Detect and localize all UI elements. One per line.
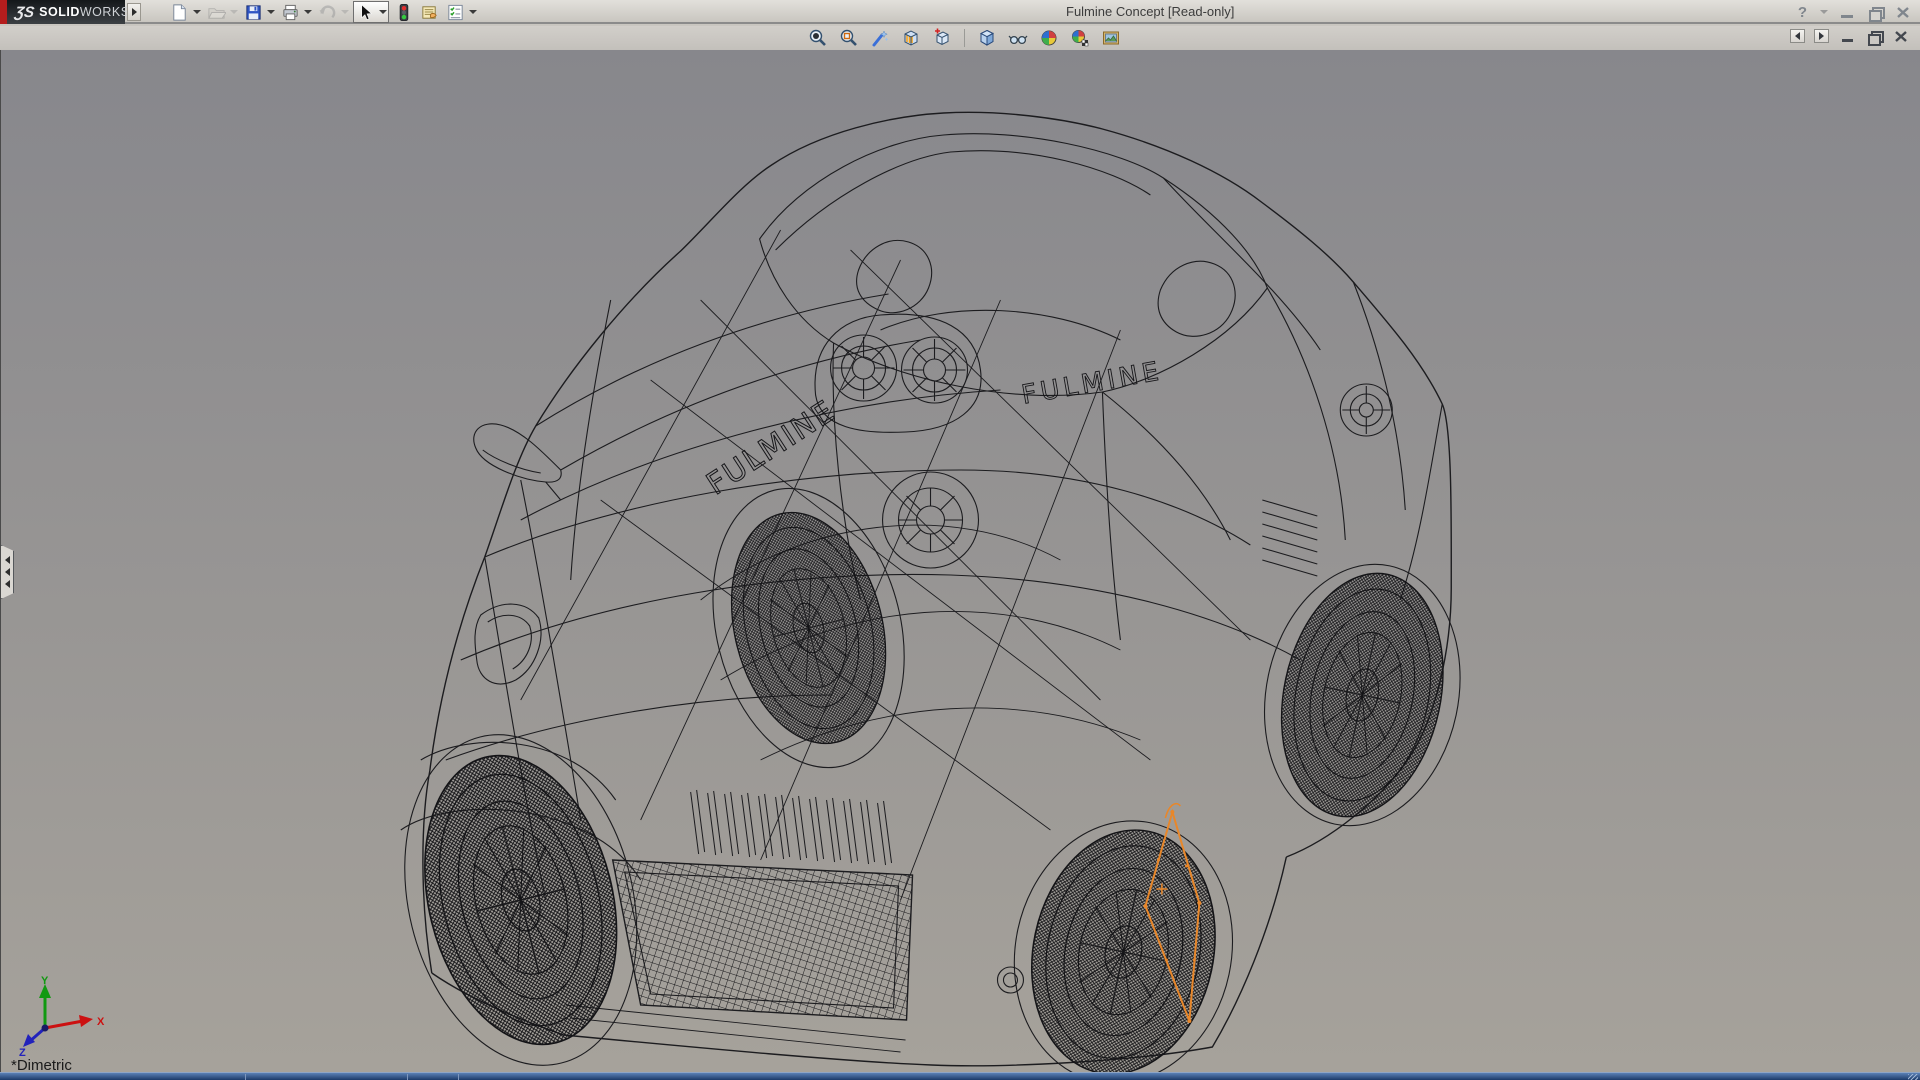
zoom-to-area-button[interactable] — [837, 27, 861, 49]
print-icon — [280, 2, 301, 23]
view-orientation-icon — [932, 28, 952, 48]
wheel-rear-left — [709, 496, 909, 760]
zoom-to-fit-icon — [808, 28, 828, 48]
zoom-to-selection-icon — [870, 28, 890, 48]
heads-up-view-toolbar — [806, 27, 1123, 49]
collapse-arrow-icon — [5, 556, 10, 564]
display-style-button[interactable] — [975, 27, 999, 49]
design-binder-icon — [419, 2, 440, 23]
undo-dropdown[interactable] — [341, 10, 349, 14]
status-bar — [0, 1072, 1920, 1080]
zoom-to-area-icon — [839, 28, 859, 48]
save-dropdown[interactable] — [267, 10, 275, 14]
toolbar-expand-button[interactable] — [127, 3, 141, 21]
new-document-icon — [169, 2, 190, 23]
options-list-icon — [445, 2, 466, 23]
pane-back-button[interactable] — [1790, 29, 1805, 43]
section-view-button[interactable] — [899, 27, 923, 49]
pane-forward-button[interactable] — [1814, 29, 1829, 43]
new-document-dropdown[interactable] — [193, 10, 201, 14]
traffic-light-icon — [393, 2, 414, 23]
status-separator — [407, 1074, 408, 1080]
close-button[interactable] — [1894, 4, 1912, 20]
brand-text-light: WORKS — [80, 5, 130, 19]
main-toolbar — [168, 0, 481, 24]
status-separator — [458, 1074, 459, 1080]
design-binder-button[interactable] — [418, 1, 441, 23]
display-style-icon — [977, 28, 997, 48]
edit-appearance-button[interactable] — [1099, 27, 1123, 49]
realview-graphics-button[interactable] — [1068, 27, 1092, 49]
select-button[interactable] — [353, 1, 389, 23]
title-bar: ƷS SOLIDWORKS — [0, 0, 1920, 24]
save-icon — [243, 2, 264, 23]
minimize-button[interactable] — [1838, 4, 1856, 20]
edit-appearance-icon — [1101, 28, 1121, 48]
document-window-controls — [1790, 28, 1910, 44]
pane-back-icon — [1795, 32, 1800, 40]
status-separator — [245, 1074, 246, 1080]
doc-close-button[interactable] — [1892, 28, 1910, 44]
triad-y-label: Y — [41, 976, 49, 987]
zoom-to-selection-button[interactable] — [868, 27, 892, 49]
triad-x-label: X — [97, 1016, 105, 1028]
print-dropdown[interactable] — [304, 10, 312, 14]
wheel-rear-right — [1260, 558, 1464, 832]
doc-restore-button[interactable] — [1865, 28, 1883, 44]
undo-button[interactable] — [316, 1, 350, 23]
collapse-arrow-icon — [5, 580, 10, 588]
minimize-icon — [1841, 15, 1853, 18]
expand-arrow-icon — [132, 8, 137, 16]
section-view-icon — [901, 28, 921, 48]
traffic-light-button[interactable] — [392, 1, 415, 23]
secondary-bar — [0, 26, 1920, 50]
doc-minimize-icon — [1842, 39, 1853, 42]
doc-restore-icon — [1868, 31, 1881, 42]
open-document-button[interactable] — [205, 1, 239, 23]
body-decal-text: FULMINE — [701, 393, 842, 502]
options-list-dropdown[interactable] — [469, 10, 477, 14]
window-controls: ? — [1798, 2, 1912, 22]
restore-button[interactable] — [1866, 4, 1884, 20]
undo-icon — [317, 2, 338, 23]
options-list-button[interactable] — [444, 1, 478, 23]
graphics-viewport[interactable]: FULMINE FULMINE — [0, 50, 1920, 1072]
window-title: Fulmine Concept [Read-only] — [1066, 4, 1234, 19]
new-document-button[interactable] — [168, 1, 202, 23]
hide-show-items-button[interactable] — [1006, 27, 1030, 49]
restore-icon — [1869, 7, 1882, 18]
brand-text-bold: SOLID — [39, 5, 80, 19]
select-cursor-icon — [355, 2, 376, 23]
reference-triad: Y X Z — [11, 976, 121, 1056]
triad-z-label: Z — [19, 1047, 26, 1056]
wheel-front-left — [396, 735, 645, 1065]
solidworks-logo-glyph: ƷS — [14, 4, 36, 21]
doc-close-icon — [1894, 30, 1908, 43]
realview-graphics-icon — [1070, 28, 1090, 48]
hide-show-items-icon — [1008, 28, 1028, 48]
feature-manager-collapsed-tab[interactable] — [1, 545, 14, 599]
solidworks-logo: ƷS SOLIDWORKS — [7, 0, 125, 24]
help-button[interactable]: ? — [1798, 4, 1807, 21]
wireframe-car-model[interactable]: FULMINE FULMINE — [1, 50, 1920, 1072]
open-document-dropdown[interactable] — [230, 10, 238, 14]
save-button[interactable] — [242, 1, 276, 23]
doc-minimize-button[interactable] — [1838, 28, 1856, 44]
solidworks-window: ƷS SOLIDWORKS — [0, 0, 1920, 1080]
open-document-icon — [206, 2, 227, 23]
apply-scene-icon — [1039, 28, 1059, 48]
resize-grip[interactable] — [1908, 1074, 1918, 1080]
print-button[interactable] — [279, 1, 313, 23]
pane-forward-icon — [1819, 32, 1824, 40]
toolbar-separator — [964, 29, 965, 47]
apply-scene-button[interactable] — [1037, 27, 1061, 49]
select-dropdown[interactable] — [379, 10, 387, 14]
help-dropdown[interactable] — [1820, 10, 1828, 14]
brand-stripe — [0, 0, 7, 24]
zoom-to-fit-button[interactable] — [806, 27, 830, 49]
view-orientation-button[interactable] — [930, 27, 954, 49]
close-icon — [1896, 6, 1910, 19]
collapse-arrow-icon — [5, 568, 10, 576]
